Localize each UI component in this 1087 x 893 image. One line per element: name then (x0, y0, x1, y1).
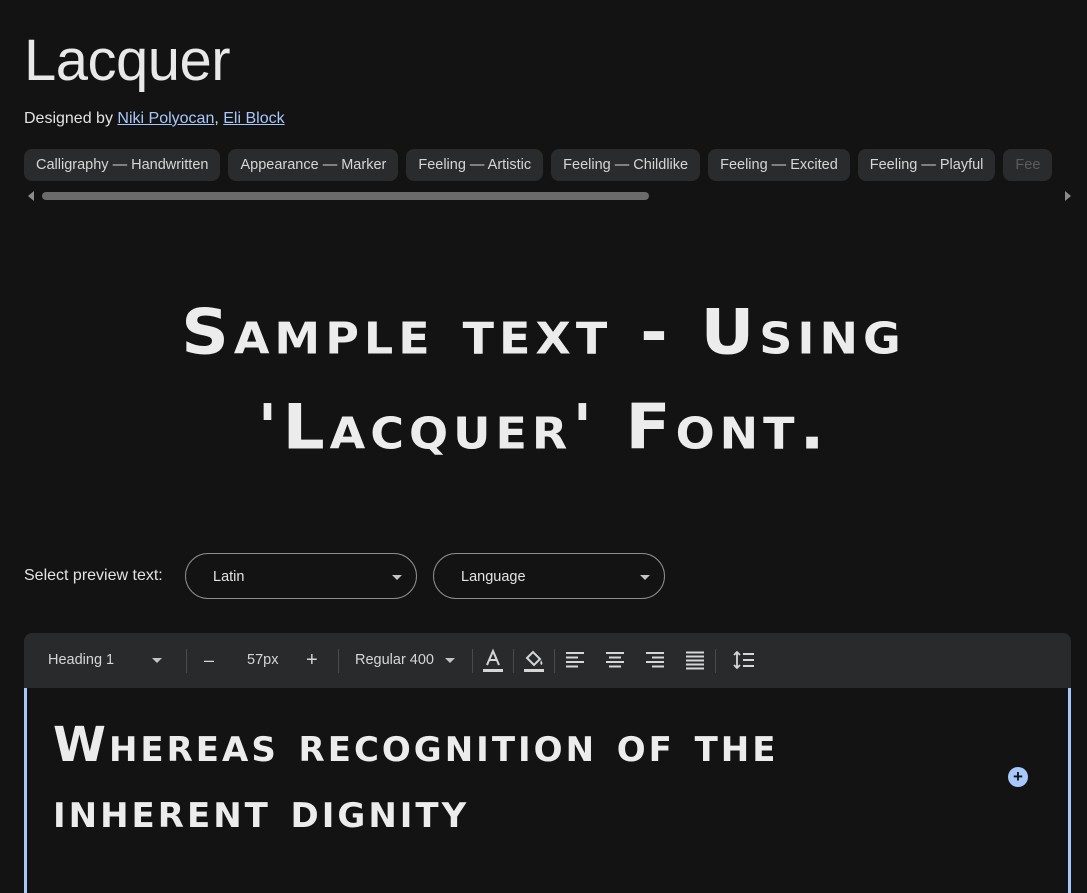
tag-chip[interactable]: Feeling — Playful (857, 149, 996, 181)
chevron-down-icon (445, 658, 455, 663)
toolbar-divider (513, 649, 514, 673)
highlight-button[interactable] (523, 648, 545, 674)
line-height-icon (733, 650, 754, 670)
text-color-button[interactable] (482, 648, 504, 674)
tag-scrollbar[interactable] (24, 190, 1071, 202)
designer-credit: Designed by Niki Polyocan, Eli Block (24, 110, 285, 128)
designer-link-1[interactable]: Niki Polyocan (117, 110, 214, 127)
preview-editor[interactable]: Whereas recognition of the inherent dign… (24, 688, 1071, 893)
align-center-icon (606, 652, 624, 668)
editor-preview-text[interactable]: Whereas recognition of the inherent dign… (53, 712, 853, 844)
toolbar-divider (186, 649, 187, 673)
language-select[interactable]: Language (433, 553, 665, 599)
tag-list: Calligraphy — Handwritten Appearance — Ma… (24, 149, 1087, 181)
preview-text-label: Select preview text: (24, 567, 163, 584)
chevron-down-icon (152, 658, 162, 663)
add-circle-icon[interactable]: + (1008, 767, 1028, 787)
tag-chip[interactable]: Feeling — Excited (708, 149, 850, 181)
hero-sample-text: Sample text - Using 'Lacquer' Font. (0, 285, 1087, 475)
align-left-icon (566, 652, 584, 668)
toolbar-divider (715, 649, 716, 673)
designer-link-2[interactable]: Eli Block (223, 110, 284, 127)
hero-line-1: Sample text - Using (181, 295, 906, 369)
weight-select-value: Regular 400 (355, 652, 434, 668)
designer-separator: , (214, 110, 219, 127)
language-select-value: Language (461, 569, 526, 585)
font-size-value[interactable]: 57px (247, 633, 278, 688)
text-color-icon (483, 648, 503, 672)
scroll-right-arrow-icon[interactable] (1065, 191, 1071, 201)
tag-chip[interactable]: Calligraphy — Handwritten (24, 149, 221, 181)
scroll-left-arrow-icon[interactable] (28, 191, 34, 201)
increase-size-button[interactable]: + (306, 633, 318, 688)
decrease-size-button[interactable]: – (204, 633, 214, 688)
editor-toolbar: Heading 1 – 57px + Regular 400 (24, 633, 1071, 688)
scroll-thumb[interactable] (42, 192, 649, 200)
font-title: Lacquer (24, 28, 231, 93)
toolbar-divider (554, 649, 555, 673)
align-justify-icon (686, 651, 704, 670)
style-select[interactable]: Heading 1 (48, 633, 168, 688)
script-select[interactable]: Latin (185, 553, 417, 599)
script-select-value: Latin (213, 569, 245, 585)
designed-by-label: Designed by (24, 110, 113, 127)
toolbar-divider (338, 649, 339, 673)
style-select-value: Heading 1 (48, 652, 115, 668)
tag-chip[interactable]: Fee (1003, 149, 1053, 181)
align-left-button[interactable] (565, 650, 585, 672)
toolbar-divider (472, 649, 473, 673)
tag-chip[interactable]: Feeling — Childlike (551, 149, 701, 181)
paint-bucket-icon (524, 650, 544, 672)
chevron-down-icon (640, 575, 650, 580)
align-right-button[interactable] (645, 650, 665, 672)
hero-line-2: 'Lacquer' Font. (257, 390, 830, 464)
align-justify-button[interactable] (685, 650, 705, 672)
chevron-down-icon (392, 575, 402, 580)
align-right-icon (646, 652, 664, 668)
tag-chip[interactable]: Feeling — Artistic (406, 149, 544, 181)
weight-select[interactable]: Regular 400 (355, 633, 459, 688)
tag-chip[interactable]: Appearance — Marker (228, 149, 399, 181)
line-height-button[interactable] (733, 650, 755, 672)
align-center-button[interactable] (605, 650, 625, 672)
